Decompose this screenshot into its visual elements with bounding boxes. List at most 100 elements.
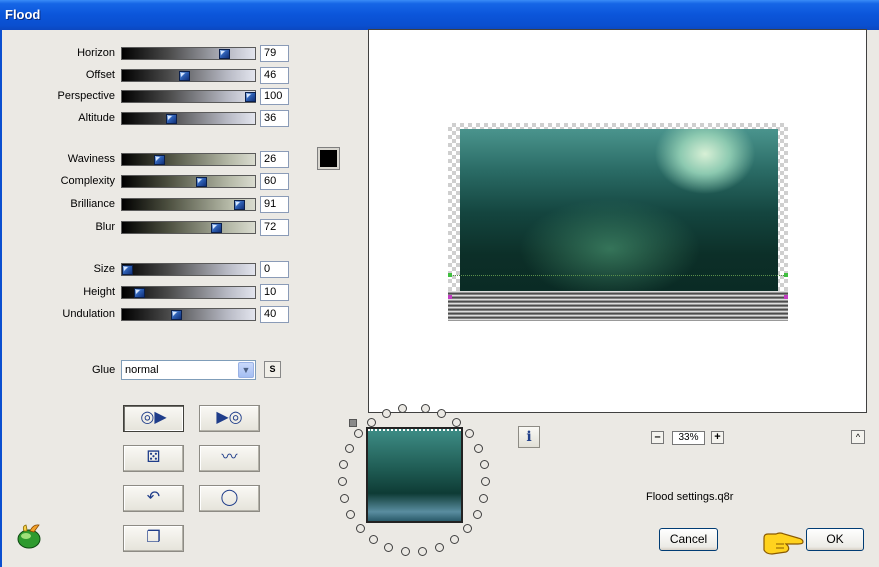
pointing-hand-icon bbox=[763, 532, 804, 555]
zoom-in-button[interactable]: + bbox=[711, 431, 724, 444]
app-logo-icon bbox=[17, 524, 41, 549]
size-slider-thumb[interactable] bbox=[122, 265, 133, 275]
complexity-slider-thumb[interactable] bbox=[195, 177, 207, 187]
brilliance-slider[interactable] bbox=[121, 198, 256, 211]
slider-row-complexity: Complexity 60 bbox=[0, 173, 300, 190]
reset-button[interactable]: ◯ bbox=[199, 485, 260, 512]
altitude-value-input[interactable]: 36 bbox=[260, 110, 289, 127]
zoom-out-button[interactable]: – bbox=[651, 431, 664, 444]
offset-value-input[interactable]: 46 bbox=[260, 67, 289, 84]
waviness-slider[interactable] bbox=[121, 153, 256, 166]
navigator-ring-dot bbox=[479, 493, 489, 503]
ring-icon: ◯ bbox=[220, 489, 239, 506]
size-label: Size bbox=[93, 263, 115, 275]
ok-button[interactable]: OK bbox=[806, 528, 864, 551]
blur-slider-thumb[interactable] bbox=[210, 223, 222, 233]
navigator-thumbnail[interactable] bbox=[366, 427, 463, 523]
undulation-value-input[interactable]: 40 bbox=[260, 306, 289, 323]
navigator-ring-dot bbox=[452, 417, 462, 427]
glue-s-button[interactable]: S bbox=[264, 361, 281, 378]
navigator-ring-dot bbox=[481, 476, 491, 486]
zoom-level: 33% bbox=[672, 431, 705, 445]
randomize-button[interactable]: ⚄ bbox=[123, 445, 184, 472]
perspective-value-input[interactable]: 100 bbox=[260, 88, 289, 105]
undulation-slider-thumb[interactable] bbox=[171, 310, 183, 320]
altitude-label: Altitude bbox=[78, 112, 115, 124]
perspective-slider-thumb[interactable] bbox=[245, 92, 256, 102]
window-title: Flood bbox=[5, 7, 41, 22]
wave-button[interactable]: 〰 bbox=[199, 445, 260, 472]
undulation-slider[interactable] bbox=[121, 308, 256, 321]
height-slider-thumb[interactable] bbox=[134, 288, 146, 298]
preview-image bbox=[460, 129, 778, 297]
navigator-ring-dot bbox=[437, 409, 447, 419]
waviness-value-input[interactable]: 26 bbox=[260, 151, 289, 168]
title-bar[interactable]: Flood bbox=[0, 0, 879, 30]
height-value-input[interactable]: 10 bbox=[260, 284, 289, 301]
perspective-slider[interactable] bbox=[121, 90, 256, 103]
blur-slider[interactable] bbox=[121, 221, 256, 234]
slider-row-brilliance: Brilliance 91 bbox=[0, 196, 300, 213]
slider-row-size: Size 0 bbox=[0, 261, 300, 278]
size-slider[interactable] bbox=[121, 263, 256, 276]
undo-arrow-icon: ↶ bbox=[146, 489, 161, 506]
glue-select[interactable]: normal ▼ bbox=[121, 360, 256, 380]
altitude-slider-thumb[interactable] bbox=[166, 114, 178, 124]
copy-button[interactable]: ❐ bbox=[123, 525, 184, 552]
slider-row-blur: Blur 72 bbox=[0, 219, 300, 236]
info-button[interactable]: i bbox=[518, 426, 540, 448]
navigator-ring-dot bbox=[472, 509, 482, 519]
complexity-value-input[interactable]: 60 bbox=[260, 173, 289, 190]
horizon-value-input[interactable]: 79 bbox=[260, 45, 289, 62]
brilliance-label: Brilliance bbox=[70, 198, 115, 210]
navigator-handle[interactable] bbox=[349, 419, 357, 427]
slider-row-offset: Offset 46 bbox=[0, 67, 300, 84]
slider-row-height: Height 10 bbox=[0, 284, 300, 301]
offset-slider-thumb[interactable] bbox=[178, 71, 190, 81]
disc-play-icon: ◎▶ bbox=[140, 409, 167, 426]
cancel-button[interactable]: Cancel bbox=[659, 528, 718, 551]
blur-value-input[interactable]: 72 bbox=[260, 219, 289, 236]
brilliance-slider-thumb[interactable] bbox=[233, 200, 245, 210]
waviness-slider-thumb[interactable] bbox=[153, 155, 165, 165]
forward-preview-button[interactable]: ▶◎ bbox=[199, 405, 260, 432]
navigator-ring-dot bbox=[356, 523, 366, 533]
horizon-marker-right[interactable] bbox=[784, 273, 788, 277]
offset-marker-left[interactable] bbox=[448, 295, 452, 299]
slider-row-perspective: Perspective 100 bbox=[0, 88, 300, 105]
height-slider[interactable] bbox=[121, 286, 256, 299]
horizon-slider-thumb[interactable] bbox=[219, 49, 231, 59]
horizon-guide-line[interactable] bbox=[450, 275, 786, 276]
preview-canvas[interactable] bbox=[368, 29, 867, 413]
navigator-ring-dot bbox=[344, 443, 354, 453]
undo-button[interactable]: ↶ bbox=[123, 485, 184, 512]
color-swatch[interactable] bbox=[317, 147, 340, 170]
slider-row-waviness: Waviness 26 bbox=[0, 151, 300, 168]
navigator-ring-dot bbox=[434, 542, 444, 552]
play-disc-icon: ▶◎ bbox=[216, 409, 243, 426]
navigator-ring-dot bbox=[369, 535, 379, 545]
navigator-ring-dot bbox=[366, 417, 376, 427]
collapse-button[interactable]: ^ bbox=[851, 430, 865, 444]
navigator-ring-dot bbox=[354, 429, 364, 439]
slider-row-altitude: Altitude 36 bbox=[0, 110, 300, 127]
navigator-ring-dot bbox=[400, 546, 410, 556]
horizon-slider[interactable] bbox=[121, 47, 256, 60]
navigator-ring-dot bbox=[384, 542, 394, 552]
settings-filename: Flood settings.q8r bbox=[646, 491, 734, 503]
altitude-slider[interactable] bbox=[121, 112, 256, 125]
horizon-marker-left[interactable] bbox=[448, 273, 452, 277]
navigator-ring-dot bbox=[474, 443, 484, 453]
complexity-label: Complexity bbox=[60, 175, 115, 187]
chevron-down-icon[interactable]: ▼ bbox=[238, 362, 254, 378]
size-value-input[interactable]: 0 bbox=[260, 261, 289, 278]
offset-slider[interactable] bbox=[121, 69, 256, 82]
brilliance-value-input[interactable]: 91 bbox=[260, 196, 289, 213]
perspective-label: Perspective bbox=[57, 90, 115, 102]
navigator-ring-dot bbox=[346, 509, 356, 519]
play-preview-button[interactable]: ◎▶ bbox=[123, 405, 184, 432]
complexity-slider[interactable] bbox=[121, 175, 256, 188]
glue-select-value: normal bbox=[125, 364, 159, 376]
slider-row-undulation: Undulation 40 bbox=[0, 306, 300, 323]
offset-marker-right[interactable] bbox=[784, 295, 788, 299]
